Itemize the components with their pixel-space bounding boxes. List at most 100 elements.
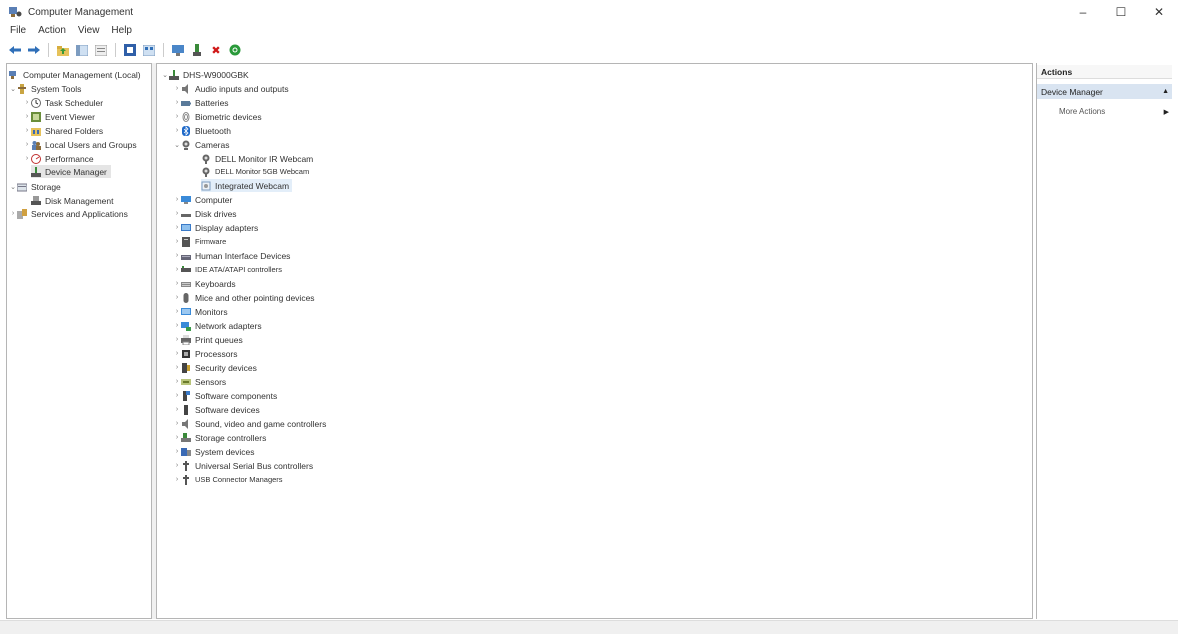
tree-shared-folders[interactable]: › Shared Folders — [23, 124, 103, 137]
tree-services-apps[interactable]: › Services and Applications — [9, 207, 128, 220]
forward-arrow-icon[interactable] — [27, 43, 41, 57]
expand-chevron-icon[interactable]: › — [173, 434, 181, 441]
device-category[interactable]: › Security devices — [173, 361, 257, 374]
camera-device[interactable]: DELL Monitor 5GB Webcam — [201, 165, 309, 178]
more-actions-item[interactable]: More Actions ▶ — [1059, 105, 1172, 118]
device-category[interactable]: › Bluetooth — [173, 124, 231, 137]
expand-chevron-icon[interactable]: › — [23, 155, 31, 162]
device-category[interactable]: › IDE ATA/ATAPI controllers — [173, 263, 282, 276]
expand-chevron-icon[interactable]: › — [173, 113, 181, 120]
device-tree-pane[interactable]: ⌄ DHS-W9000GBK › Audio inputs and output… — [156, 63, 1033, 619]
expand-chevron-icon[interactable]: › — [173, 378, 181, 385]
help-icon[interactable] — [123, 43, 137, 57]
tree-disk-management[interactable]: Disk Management — [31, 194, 114, 207]
device-category[interactable]: › Firmware — [173, 235, 226, 248]
collapse-chevron-icon[interactable]: ⌄ — [161, 71, 169, 79]
monitor-icon[interactable] — [171, 43, 185, 57]
menu-view[interactable]: View — [78, 25, 100, 39]
expand-chevron-icon[interactable]: › — [173, 196, 181, 203]
expand-chevron-icon[interactable]: › — [173, 210, 181, 217]
view-icon[interactable] — [142, 43, 156, 57]
device-category[interactable]: › Storage controllers — [173, 431, 266, 444]
device-category[interactable]: › Processors — [173, 347, 238, 360]
device-category[interactable]: › Computer — [173, 193, 233, 206]
device-category[interactable]: › Human Interface Devices — [173, 249, 291, 262]
expand-chevron-icon[interactable]: › — [173, 252, 181, 259]
expand-chevron-icon[interactable]: › — [23, 127, 31, 134]
expand-chevron-icon[interactable]: › — [23, 113, 31, 120]
expand-chevron-icon[interactable]: › — [173, 462, 181, 469]
tree-label: Mice and other pointing devices — [195, 292, 315, 303]
device-category[interactable]: › Display adapters — [173, 221, 258, 234]
collapse-chevron-icon[interactable]: ⌄ — [9, 85, 17, 93]
tree-event-viewer[interactable]: › Event Viewer — [23, 110, 95, 123]
expand-chevron-icon[interactable]: › — [23, 141, 31, 148]
up-folder-icon[interactable] — [56, 43, 70, 57]
device-category[interactable]: › Universal Serial Bus controllers — [173, 459, 313, 472]
minimize-button[interactable]: – — [1064, 0, 1102, 24]
expand-chevron-icon[interactable]: › — [173, 224, 181, 231]
expand-chevron-icon[interactable]: › — [173, 85, 181, 92]
device-category[interactable]: › Print queues — [173, 333, 243, 346]
expand-chevron-icon[interactable]: › — [173, 420, 181, 427]
expand-chevron-icon[interactable]: › — [173, 322, 181, 329]
device-category[interactable]: › Keyboards — [173, 277, 236, 290]
uninstall-icon[interactable]: ✖ — [209, 43, 223, 57]
collapse-chevron-icon[interactable]: ⌄ — [173, 141, 181, 149]
menu-file[interactable]: File — [10, 25, 26, 39]
collapse-arrow-icon[interactable]: ▲ — [1162, 88, 1169, 95]
expand-chevron-icon[interactable]: › — [173, 406, 181, 413]
collapse-chevron-icon[interactable]: ⌄ — [9, 183, 17, 191]
device-category-cameras[interactable]: ⌄ Cameras — [173, 138, 229, 151]
expand-chevron-icon[interactable]: › — [9, 210, 17, 217]
tree-performance[interactable]: › Performance — [23, 152, 94, 165]
tree-local-users[interactable]: › Local Users and Groups — [23, 138, 137, 151]
expand-chevron-icon[interactable]: › — [173, 364, 181, 371]
scan-hardware-icon[interactable] — [228, 43, 242, 57]
menu-action[interactable]: Action — [38, 25, 66, 39]
expand-chevron-icon[interactable]: › — [173, 238, 181, 245]
device-category[interactable]: › Batteries — [173, 96, 229, 109]
device-tree-root[interactable]: ⌄ DHS-W9000GBK — [161, 68, 249, 81]
device-category[interactable]: › Software components — [173, 389, 277, 402]
expand-chevron-icon[interactable]: › — [173, 336, 181, 343]
device-category[interactable]: › Software devices — [173, 403, 260, 416]
device-category[interactable]: › Sound, video and game controllers — [173, 417, 326, 430]
maximize-button[interactable]: ☐ — [1102, 0, 1140, 24]
tree-device-manager[interactable]: Device Manager — [31, 165, 111, 178]
menu-help[interactable]: Help — [111, 25, 132, 39]
device-category[interactable]: › Biometric devices — [173, 110, 262, 123]
device-category[interactable]: › Mice and other pointing devices — [173, 291, 315, 304]
expand-chevron-icon[interactable]: › — [173, 308, 181, 315]
expand-chevron-icon[interactable]: › — [173, 350, 181, 357]
expand-chevron-icon[interactable]: › — [173, 280, 181, 287]
expand-chevron-icon[interactable]: › — [173, 266, 181, 273]
back-arrow-icon[interactable] — [8, 43, 22, 57]
tree-system-tools[interactable]: ⌄ System Tools — [9, 82, 81, 95]
camera-device[interactable]: DELL Monitor IR Webcam — [201, 152, 313, 165]
close-button[interactable]: ✕ — [1140, 0, 1178, 24]
tree-task-scheduler[interactable]: › Task Scheduler — [23, 96, 103, 109]
device-category[interactable]: › Audio inputs and outputs — [173, 82, 289, 95]
device-category[interactable]: › Network adapters — [173, 319, 262, 332]
console-tree-pane[interactable]: Computer Management (Local) ⌄ System Too… — [6, 63, 152, 619]
camera-device-selected[interactable]: Integrated Webcam — [201, 179, 293, 192]
expand-chevron-icon[interactable]: › — [23, 99, 31, 106]
expand-chevron-icon[interactable]: › — [173, 476, 181, 483]
device-category[interactable]: › USB Connector Managers — [173, 473, 283, 486]
expand-chevron-icon[interactable]: › — [173, 127, 181, 134]
show-hide-tree-icon[interactable] — [75, 43, 89, 57]
device-category[interactable]: › Monitors — [173, 305, 228, 318]
device-category[interactable]: › Sensors — [173, 375, 226, 388]
properties-icon[interactable] — [94, 43, 108, 57]
update-driver-icon[interactable] — [190, 43, 204, 57]
expand-chevron-icon[interactable]: › — [173, 392, 181, 399]
expand-chevron-icon[interactable]: › — [173, 294, 181, 301]
actions-device-manager-section[interactable]: Device Manager ▲ — [1037, 84, 1172, 99]
device-category[interactable]: › System devices — [173, 445, 255, 458]
device-category[interactable]: › Disk drives — [173, 207, 237, 220]
expand-chevron-icon[interactable]: › — [173, 99, 181, 106]
expand-chevron-icon[interactable]: › — [173, 448, 181, 455]
tree-storage[interactable]: ⌄ Storage — [9, 180, 61, 193]
tree-root[interactable]: Computer Management (Local) — [9, 68, 141, 81]
